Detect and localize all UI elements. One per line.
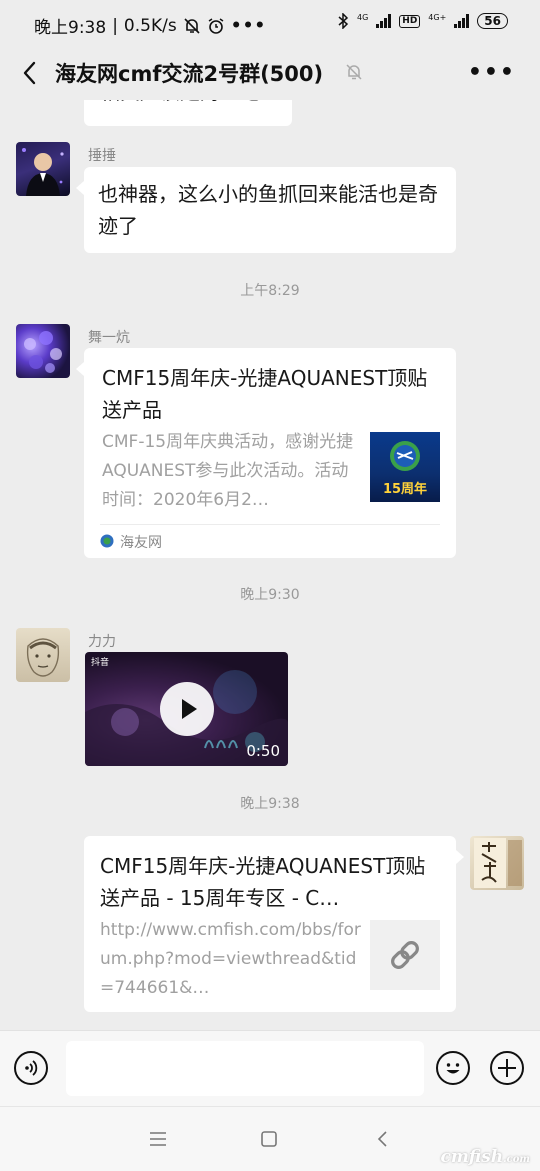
portrait-sketch-icon xyxy=(26,638,60,677)
menu-icon[interactable] xyxy=(148,1131,168,1147)
signal-1-icon xyxy=(376,14,392,28)
voice-icon xyxy=(25,1060,38,1076)
person-icon xyxy=(22,148,64,196)
emoji-icon xyxy=(446,1063,460,1074)
message-text: 也神器，这么小的鱼抓回来能活也是奇迹了 xyxy=(98,182,438,238)
sender-name: 捶捶 xyxy=(88,148,116,164)
link-card-thumbnail: 15周年 xyxy=(370,432,440,502)
link-card[interactable]: CMF15周年庆-光捷AQUANEST顶贴送产品 - 15周年专区 - C… h… xyxy=(84,836,464,1012)
source-logo-icon xyxy=(100,534,114,548)
battery-indicator: 56 xyxy=(477,13,508,29)
voice-button[interactable] xyxy=(14,1051,48,1085)
play-icon xyxy=(182,699,197,719)
more-icon[interactable]: ••• xyxy=(468,60,516,85)
chat-area[interactable]: 相关应该是对立吧 捶捶 也神器，这么小的鱼抓回来能活也是奇迹了 上午8:29 舞… xyxy=(0,100,540,1030)
link-card-desc: http://www.cmfish.com/bbs/forum.php?mod=… xyxy=(100,920,361,998)
signal-2-label: 4G+ xyxy=(428,13,447,22)
sender-name: 舞一炕 xyxy=(88,330,130,346)
tiktok-badge: 抖音 xyxy=(91,658,110,668)
back-nav-icon[interactable] xyxy=(376,1130,390,1148)
status-time: 晚上9:38 xyxy=(34,18,107,38)
signal-1-label: 4G xyxy=(356,13,369,22)
avatar[interactable] xyxy=(16,628,70,682)
self-avatar[interactable] xyxy=(470,836,524,890)
link-card-title: CMF15周年庆-光捷AQUANEST顶贴送产品 xyxy=(102,366,428,422)
watermark: cmfish.com xyxy=(440,1147,530,1167)
emoji-button[interactable] xyxy=(436,1051,470,1085)
avatar[interactable] xyxy=(16,324,70,378)
coral-icon xyxy=(24,331,62,373)
link-icon xyxy=(391,941,419,969)
video-duration: 0:50 xyxy=(246,742,280,760)
plus-icon xyxy=(498,1059,516,1077)
chat-title: 海友网cmf交流2号群(500) xyxy=(55,62,324,86)
home-icon[interactable] xyxy=(260,1130,278,1148)
bluetooth-icon xyxy=(338,13,349,29)
timestamp: 上午8:29 xyxy=(240,283,300,299)
link-card-source: 海友网 xyxy=(120,535,162,551)
net-speed: 0.5K/s xyxy=(123,15,177,36)
back-icon[interactable] xyxy=(18,58,46,88)
link-card-title: CMF15周年庆-光捷AQUANEST顶贴送产品 - 15周年专区 - C… xyxy=(100,854,426,910)
hd-badge: HD xyxy=(399,14,421,28)
bell-off-icon xyxy=(184,17,200,34)
video-message[interactable]: 抖音 0:50 xyxy=(85,652,288,766)
message-bubble[interactable]: 相关应该是对立吧 xyxy=(84,100,292,126)
mute-icon xyxy=(346,64,362,80)
system-nav-bar: cmfish.com xyxy=(0,1106,540,1171)
plus-button[interactable] xyxy=(490,1051,524,1085)
message-text: 相关应该是对立吧 xyxy=(100,100,260,108)
alarm-icon xyxy=(208,17,224,34)
avatar[interactable] xyxy=(16,142,70,196)
more-status-icon: ••• xyxy=(230,15,267,36)
link-thumbnail xyxy=(370,920,440,990)
link-card-desc: CMF-15周年庆典活动，感谢光捷AQUANEST参与此次活动。活动时间：202… xyxy=(102,432,354,510)
input-bar xyxy=(0,1030,540,1107)
calligraphy-icon xyxy=(474,838,522,888)
sender-name: 力力 xyxy=(88,634,116,650)
timestamp: 晚上9:30 xyxy=(240,587,300,603)
status-bar: 晚上9:38 | 0.5K/s ••• 4G HD 4G+ 56 xyxy=(0,0,540,48)
message-input[interactable] xyxy=(66,1041,424,1096)
message-bubble[interactable]: 也神器，这么小的鱼抓回来能活也是奇迹了 xyxy=(76,167,456,253)
chat-header: 海友网cmf交流2号群(500) ••• xyxy=(0,48,540,100)
link-card[interactable]: CMF15周年庆-光捷AQUANEST顶贴送产品 CMF-15周年庆典活动，感谢… xyxy=(76,348,456,558)
signal-2-icon xyxy=(454,14,470,28)
timestamp: 晚上9:38 xyxy=(240,796,300,812)
thumbnail-label: 15周年 xyxy=(382,482,428,497)
play-button[interactable] xyxy=(160,682,214,736)
